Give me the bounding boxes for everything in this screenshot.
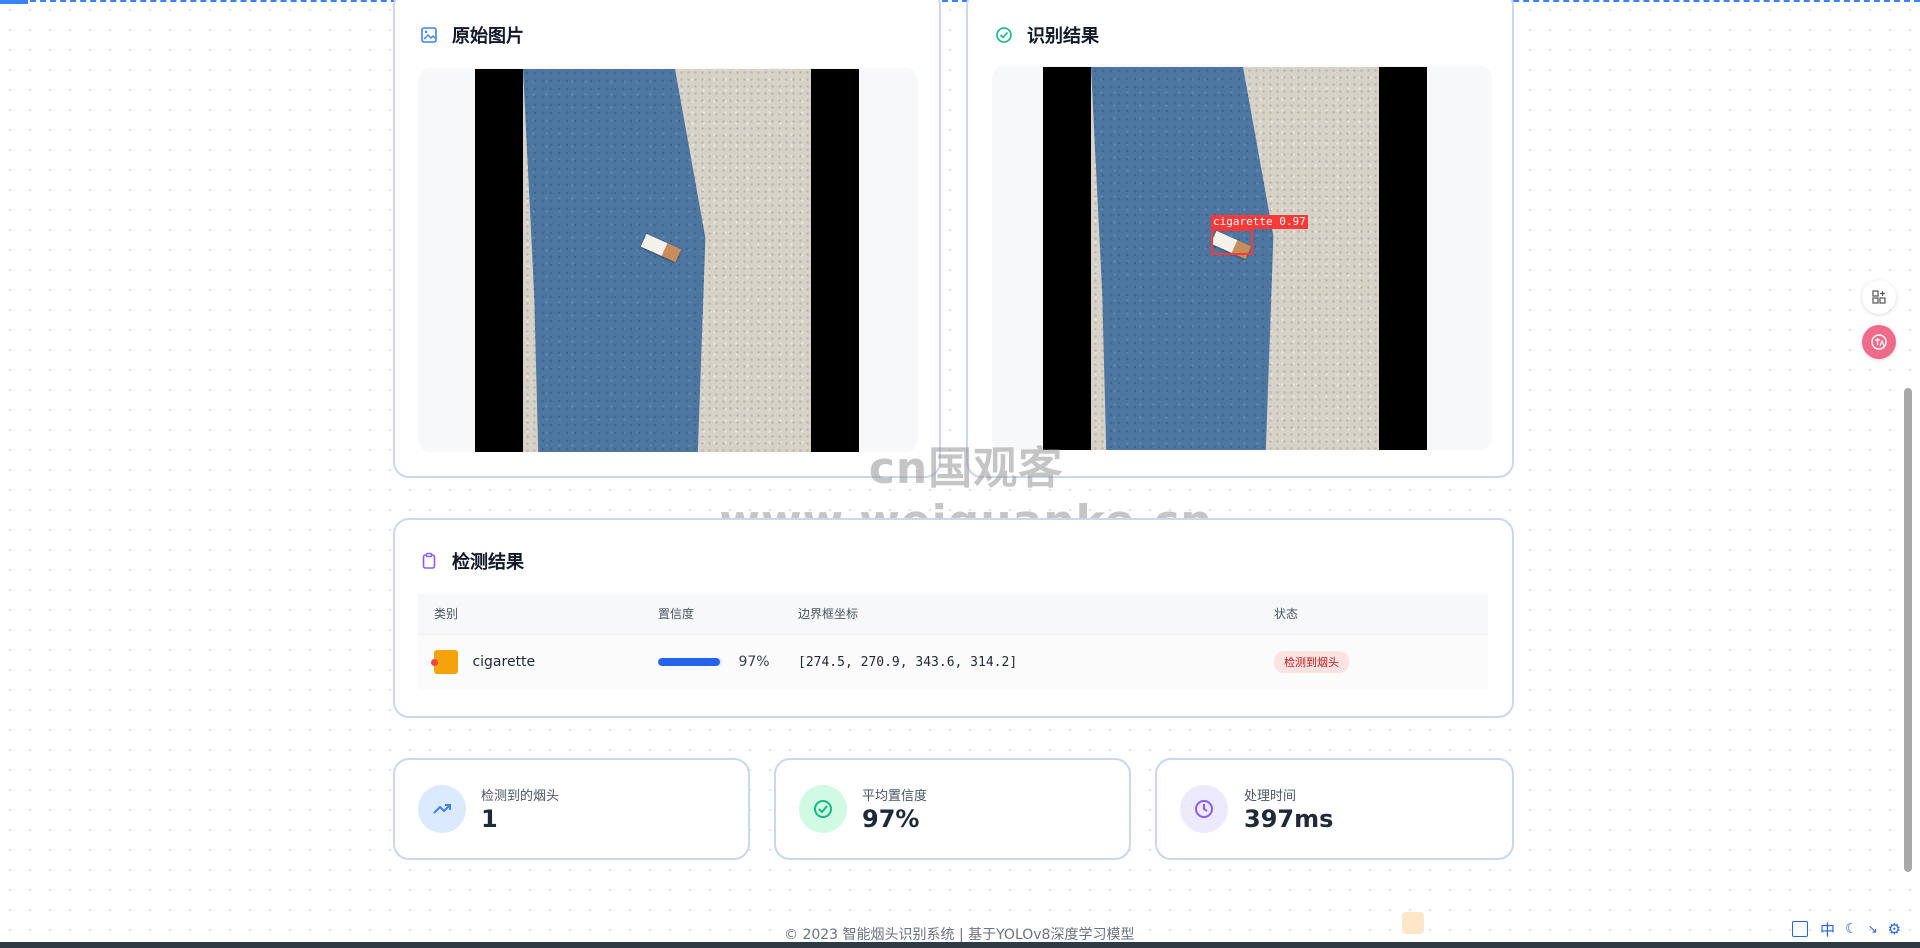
clipboard-icon xyxy=(420,552,438,570)
class-color-swatch xyxy=(431,650,458,675)
status-badge: 检测到烟头 xyxy=(1274,651,1349,674)
stat-label-time: 处理时间 xyxy=(1244,789,1297,804)
system-tray: 中 ☾ ↘ ⚙ xyxy=(1792,918,1901,940)
header-status: 状态 xyxy=(1274,594,1488,634)
detection-table: 类别 置信度 边界框坐标 状态 cigarette 97% [274.5, 27… xyxy=(418,594,1488,690)
detection-title: 检测结果 xyxy=(420,548,524,574)
result-image-panel: cigarette 0.97 xyxy=(992,66,1492,450)
stat-label-confidence: 平均置信度 xyxy=(862,789,928,804)
gear-icon[interactable]: ⚙ xyxy=(1888,920,1901,938)
result-photo[interactable]: cigarette 0.97 xyxy=(1043,67,1427,450)
header-confidence: 置信度 xyxy=(658,594,798,634)
clock-icon xyxy=(1180,785,1228,833)
trending-up-icon xyxy=(418,785,466,833)
footer-text: © 2023 智能烟头识别系统 | 基于YOLOv8深度学习模型 xyxy=(784,927,1135,943)
check-circle-icon xyxy=(799,785,847,833)
stat-value-time: 397ms xyxy=(1244,805,1334,833)
original-image-title: 原始图片 xyxy=(420,22,524,48)
check-circle-icon xyxy=(995,26,1013,44)
stat-value-confidence: 97% xyxy=(862,805,920,833)
header-bbox: 边界框坐标 xyxy=(798,594,1274,634)
bbox-coordinates: [274.5, 270.9, 343.6, 314.2] xyxy=(798,655,1018,671)
loading-bar xyxy=(0,0,1920,4)
translate-button[interactable] xyxy=(1862,325,1896,359)
apps-grid-button[interactable] xyxy=(1862,280,1896,314)
tray-arrow-icon[interactable]: ↘ xyxy=(1868,922,1878,936)
detection-box xyxy=(1211,229,1253,255)
original-photo[interactable] xyxy=(475,69,859,452)
tray-checkbox-icon[interactable] xyxy=(1792,921,1808,937)
moon-icon[interactable]: ☾ xyxy=(1845,921,1858,937)
original-image-panel xyxy=(418,68,918,452)
taskbar xyxy=(0,942,1920,948)
ime-indicator[interactable]: 中 xyxy=(1820,919,1835,940)
detection-label: cigarette 0.97 xyxy=(1211,215,1308,229)
result-image-title: 识别结果 xyxy=(995,22,1099,48)
floating-widget[interactable] xyxy=(1402,912,1424,934)
scrollbar[interactable] xyxy=(1904,388,1912,872)
class-name: cigarette xyxy=(472,654,536,671)
confidence-bar xyxy=(658,658,722,667)
image-icon xyxy=(420,26,438,44)
stat-label-count: 检测到的烟头 xyxy=(481,789,560,804)
confidence-value: 97% xyxy=(738,654,770,671)
table-row: cigarette 97% [274.5, 270.9, 343.6, 314.… xyxy=(418,633,1488,690)
stat-value-count: 1 xyxy=(481,805,498,833)
header-class: 类别 xyxy=(418,594,658,634)
